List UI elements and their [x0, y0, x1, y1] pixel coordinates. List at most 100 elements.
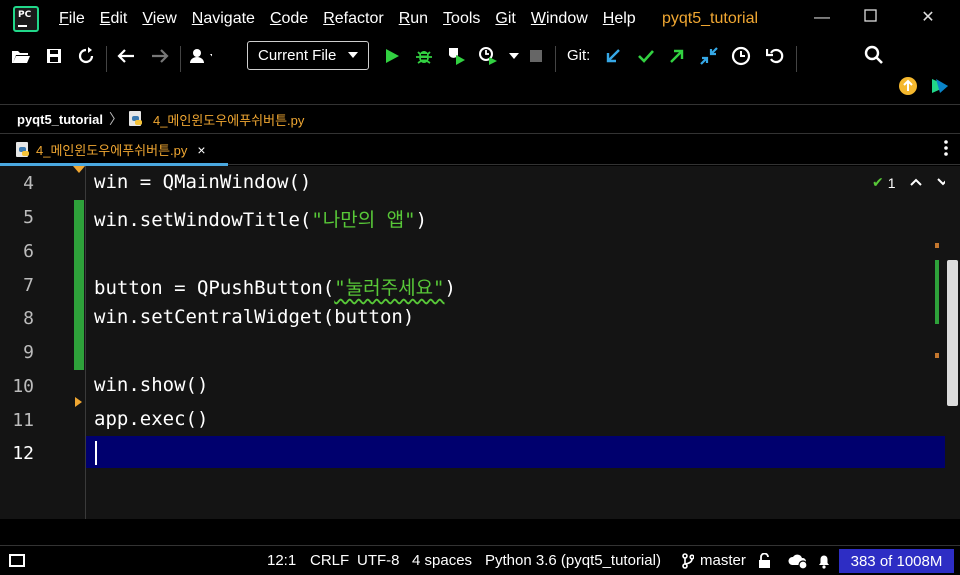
line-number: 9 — [23, 342, 34, 363]
git-compare-icon[interactable] — [697, 44, 721, 68]
git-branch[interactable]: master — [700, 552, 746, 569]
inspection-count: 1 — [887, 174, 896, 191]
breadcrumb-separator: 〉 — [108, 111, 123, 127]
stop-icon[interactable] — [524, 44, 548, 68]
line-number: 11 — [12, 410, 34, 431]
inspection-check-icon: ✔ — [872, 174, 884, 190]
menu-view[interactable]: View — [142, 10, 176, 28]
caret-position[interactable]: 12:1 — [267, 552, 296, 569]
menu-git[interactable]: Git — [495, 10, 515, 28]
menu-refactor[interactable]: Refactor — [323, 10, 383, 28]
code-line: win = QMainWindow() — [94, 171, 312, 193]
breadcrumb: pyqt5_tutorial 〉 4_메인윈도우에푸쉬버튼.py — [0, 104, 960, 133]
window-project-title: pyqt5_tutorial — [662, 10, 759, 27]
inspection-widget[interactable]: ✔ 1 — [872, 174, 896, 191]
line-number-current: 12 — [12, 443, 34, 464]
string-literal: "눌러주세요" — [334, 277, 445, 299]
line-number: 8 — [23, 308, 34, 329]
toolbox-icon[interactable] — [928, 74, 952, 98]
current-line-highlight — [0, 436, 945, 468]
memory-indicator[interactable]: 383 of 1008M — [839, 549, 954, 573]
previous-highlight-icon[interactable] — [910, 174, 922, 190]
menu-run[interactable]: Run — [399, 10, 428, 28]
minimize-icon[interactable]: — — [812, 8, 832, 28]
toolbar: Current File Git: — [0, 38, 960, 104]
git-branch-icon — [682, 553, 695, 573]
string-literal: "나만의 앱" — [311, 209, 416, 231]
chevron-down-icon — [348, 52, 358, 58]
menu-help[interactable]: Help — [603, 10, 636, 28]
menu-navigate[interactable]: Navigate — [192, 10, 255, 28]
editor-tab-bar: 4_메인윈도우에푸쉬버튼.py × — [0, 133, 960, 166]
breadcrumb-project[interactable]: pyqt5_tutorial — [17, 112, 103, 127]
menu-tools[interactable]: Tools — [443, 10, 480, 28]
profile-icon[interactable] — [476, 44, 500, 68]
menu-window[interactable]: Window — [531, 10, 588, 28]
code-line: app.exec() — [94, 408, 209, 430]
back-icon[interactable] — [114, 44, 138, 68]
run-with-coverage-icon[interactable] — [444, 44, 468, 68]
python-file-icon — [16, 141, 30, 158]
user-dropdown-icon[interactable] — [188, 44, 212, 68]
line-number: 5 — [23, 207, 34, 228]
tab-label: 4_메인윈도우에푸쉬버튼.py — [36, 143, 188, 158]
python-interpreter[interactable]: Python 3.6 (pyqt5_tutorial) — [485, 552, 661, 569]
code-editor[interactable]: 4 5 6 7 8 9 10 11 12 win = QMainWindow()… — [0, 166, 960, 519]
search-icon[interactable] — [862, 43, 886, 67]
gutter[interactable]: 4 5 6 7 8 9 10 11 12 — [0, 166, 86, 519]
python-file-icon — [128, 111, 143, 127]
tab-close-icon[interactable]: × — [197, 142, 205, 158]
fold-marker-icon[interactable] — [73, 166, 85, 173]
breadcrumb-file[interactable]: 4_메인윈도우에푸쉬버튼.py — [153, 110, 304, 129]
more-run-options-icon[interactable] — [502, 44, 526, 68]
lock-icon[interactable] — [758, 552, 772, 573]
more-vertical-icon[interactable] — [944, 140, 948, 161]
menu-bar: PC File Edit View Navigate Code Refactor… — [0, 0, 960, 38]
maximize-icon[interactable] — [860, 8, 880, 28]
forward-icon[interactable] — [148, 44, 172, 68]
text-caret — [95, 441, 97, 465]
pycharm-logo-icon: PC — [13, 6, 39, 32]
menu-file[interactable]: File — [59, 10, 85, 28]
history-icon[interactable] — [729, 44, 753, 68]
run-configuration-select[interactable]: Current File — [247, 41, 369, 70]
fold-marker-icon[interactable] — [75, 397, 82, 407]
run-icon[interactable] — [380, 44, 404, 68]
close-window-icon[interactable]: ✕ — [918, 8, 938, 28]
change-stripe[interactable] — [935, 260, 939, 324]
menu-edit[interactable]: Edit — [100, 10, 128, 28]
indent-setting[interactable]: 4 spaces — [412, 552, 472, 569]
git-update-icon[interactable] — [601, 44, 625, 68]
toggle-tool-windows-icon[interactable] — [9, 554, 25, 567]
tab-active-file[interactable]: 4_메인윈도우에푸쉬버튼.py × — [0, 134, 228, 166]
debug-icon[interactable] — [412, 44, 436, 68]
logo-text: PC — [18, 10, 32, 20]
line-separator[interactable]: CRLF — [310, 552, 349, 569]
code-line: win.setWindowTitle("나만의 앱") — [94, 209, 428, 231]
menu-code[interactable]: Code — [270, 10, 308, 28]
sync-icon[interactable] — [74, 44, 98, 68]
warning-stripe[interactable] — [935, 353, 939, 358]
git-label: Git: — [567, 47, 591, 64]
notifications-bell-icon[interactable] — [817, 553, 831, 573]
scrollbar-thumb[interactable] — [947, 260, 958, 406]
code-line: button = QPushButton("눌러주세요") — [94, 277, 456, 299]
warning-stripe[interactable] — [935, 243, 939, 248]
save-icon[interactable] — [42, 44, 66, 68]
run-configuration-label: Current File — [258, 47, 337, 64]
git-commit-icon[interactable] — [634, 44, 658, 68]
open-folder-icon[interactable] — [9, 44, 33, 68]
git-push-icon[interactable] — [665, 44, 689, 68]
code-line: win.show() — [94, 374, 209, 396]
rollback-icon[interactable] — [763, 44, 787, 68]
line-number: 6 — [23, 241, 34, 262]
line-number: 4 — [23, 173, 34, 194]
update-available-icon[interactable] — [896, 74, 920, 98]
line-number: 7 — [23, 275, 34, 296]
cloud-sync-icon[interactable] — [787, 552, 809, 574]
vcs-change-marker[interactable] — [74, 200, 84, 370]
status-bar: 12:1 CRLF UTF-8 4 spaces Python 3.6 (pyq… — [0, 545, 960, 575]
line-number: 10 — [12, 376, 34, 397]
code-line: win.setCentralWidget(button) — [94, 306, 415, 328]
file-encoding[interactable]: UTF-8 — [357, 552, 400, 569]
